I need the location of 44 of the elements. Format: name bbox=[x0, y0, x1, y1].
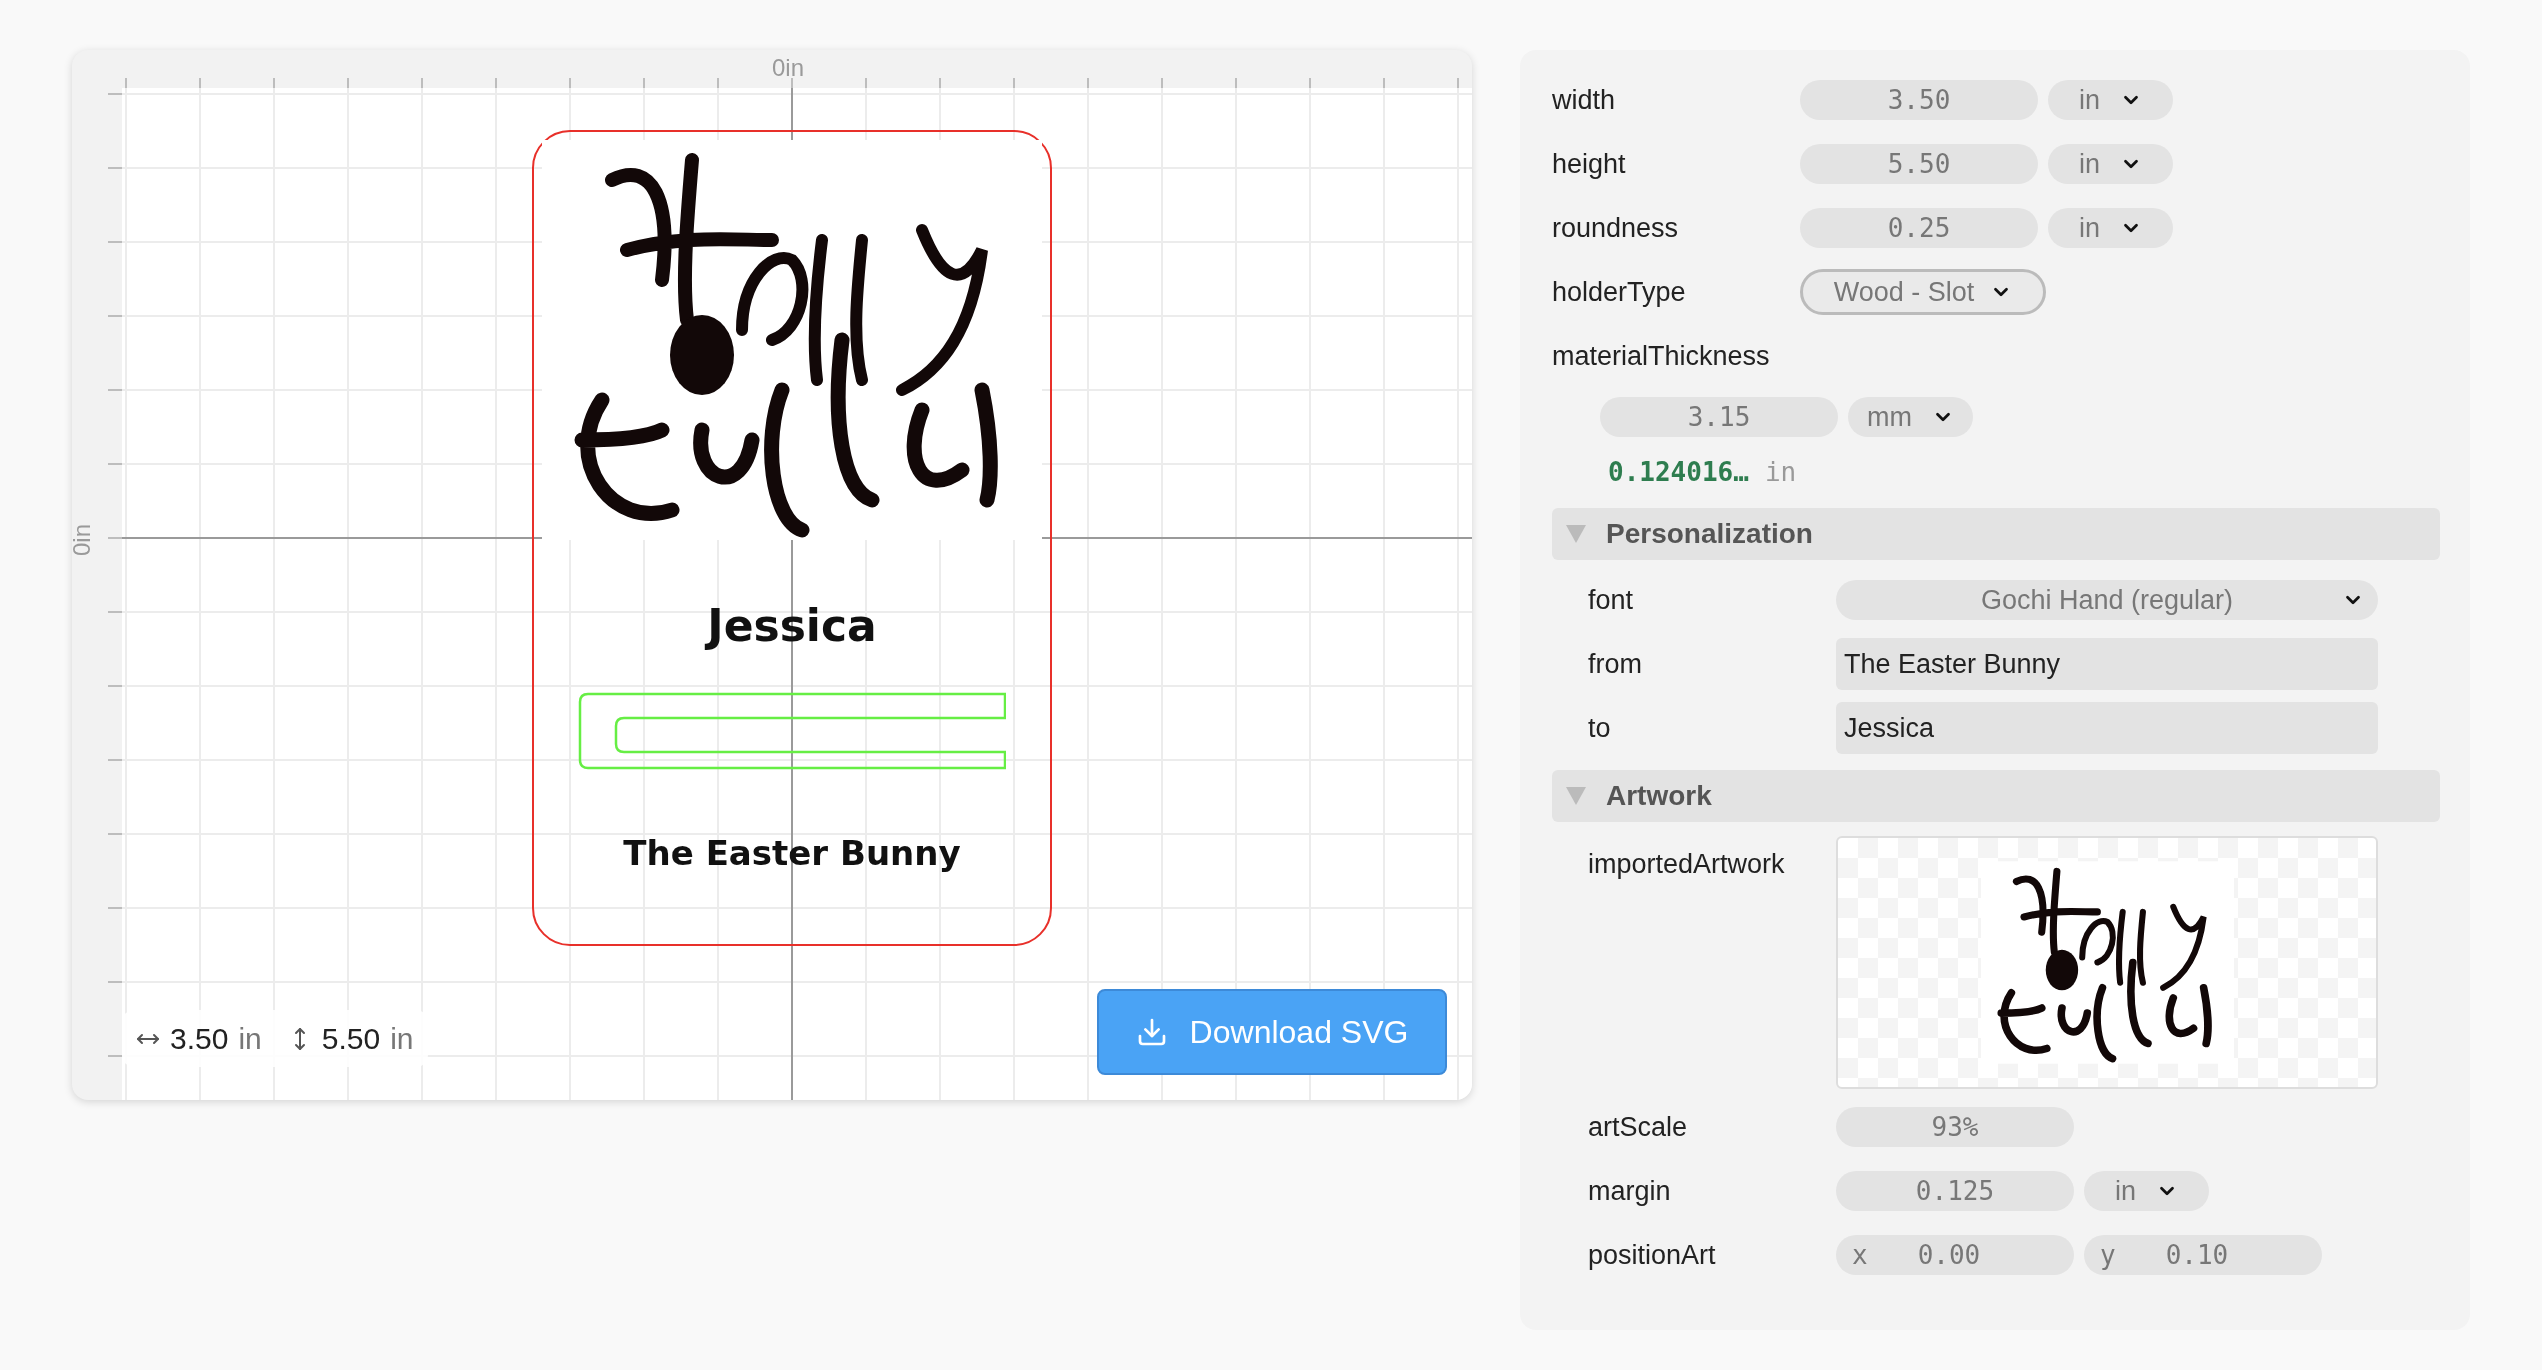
axis-label: 0in bbox=[772, 53, 805, 83]
number-field[interactable]: 93% bbox=[1836, 1107, 2074, 1147]
unit-select[interactable]: in bbox=[2084, 1171, 2209, 1211]
axis-label: 0in bbox=[72, 524, 96, 556]
number-field[interactable]: 5.50 bbox=[1800, 144, 2038, 184]
field-label: margin bbox=[1588, 1174, 1672, 1208]
triangle-down-icon bbox=[1564, 523, 1588, 545]
width-value: 3.50 bbox=[170, 1021, 229, 1057]
section-header[interactable]: Artwork bbox=[1552, 770, 2440, 822]
download-button[interactable]: Download SVG bbox=[1097, 989, 1447, 1075]
text-input[interactable]: Jessica bbox=[1836, 702, 2378, 754]
unit-select[interactable]: in bbox=[2048, 208, 2173, 248]
number-field[interactable]: 0.25 bbox=[1800, 208, 2038, 248]
field-label: font bbox=[1588, 583, 1635, 617]
number-field[interactable]: 3.15 bbox=[1600, 397, 1838, 437]
artwork-preview[interactable] bbox=[1836, 836, 2378, 1089]
field-label: from bbox=[1588, 647, 1643, 681]
width-unit: in bbox=[238, 1021, 262, 1057]
number-field[interactable]: 3.50 bbox=[1800, 80, 2038, 120]
triangle-down-icon bbox=[1564, 785, 1588, 807]
from-text: The Easter Bunny bbox=[623, 836, 961, 870]
converted-value: 0.124016… bbox=[1608, 455, 1749, 489]
height-value: 5.50 bbox=[321, 1021, 381, 1057]
unit-select[interactable]: mm bbox=[1848, 397, 1973, 437]
section-header[interactable]: Personalization bbox=[1552, 508, 2440, 560]
field-label: holderType bbox=[1552, 275, 1687, 309]
field-label: positionArt bbox=[1588, 1238, 1717, 1272]
field-label: roundness bbox=[1552, 211, 1680, 245]
field-label: height bbox=[1552, 147, 1627, 181]
unit-select[interactable]: in bbox=[2048, 144, 2173, 184]
y-field[interactable]: y 0.10 bbox=[2084, 1235, 2322, 1275]
unit-select[interactable]: in bbox=[2048, 80, 2173, 120]
converted-unit: in bbox=[1764, 455, 1797, 489]
field-label: importedArtwork bbox=[1588, 848, 1786, 881]
height-unit: in bbox=[390, 1021, 414, 1057]
field-label: to bbox=[1588, 711, 1612, 745]
number-field[interactable]: 0.125 bbox=[1836, 1171, 2074, 1211]
text-input[interactable]: The Easter Bunny bbox=[1836, 638, 2378, 690]
x-field[interactable]: x 0.00 bbox=[1836, 1235, 2074, 1275]
font-select[interactable]: Gochi Hand (regular) bbox=[1836, 580, 2378, 620]
field-label: materialThickness bbox=[1552, 339, 1771, 373]
field-label: artScale bbox=[1588, 1110, 1689, 1144]
field-label: width bbox=[1552, 83, 1617, 117]
holder-type-select[interactable]: Wood - Slot bbox=[1800, 269, 2046, 315]
